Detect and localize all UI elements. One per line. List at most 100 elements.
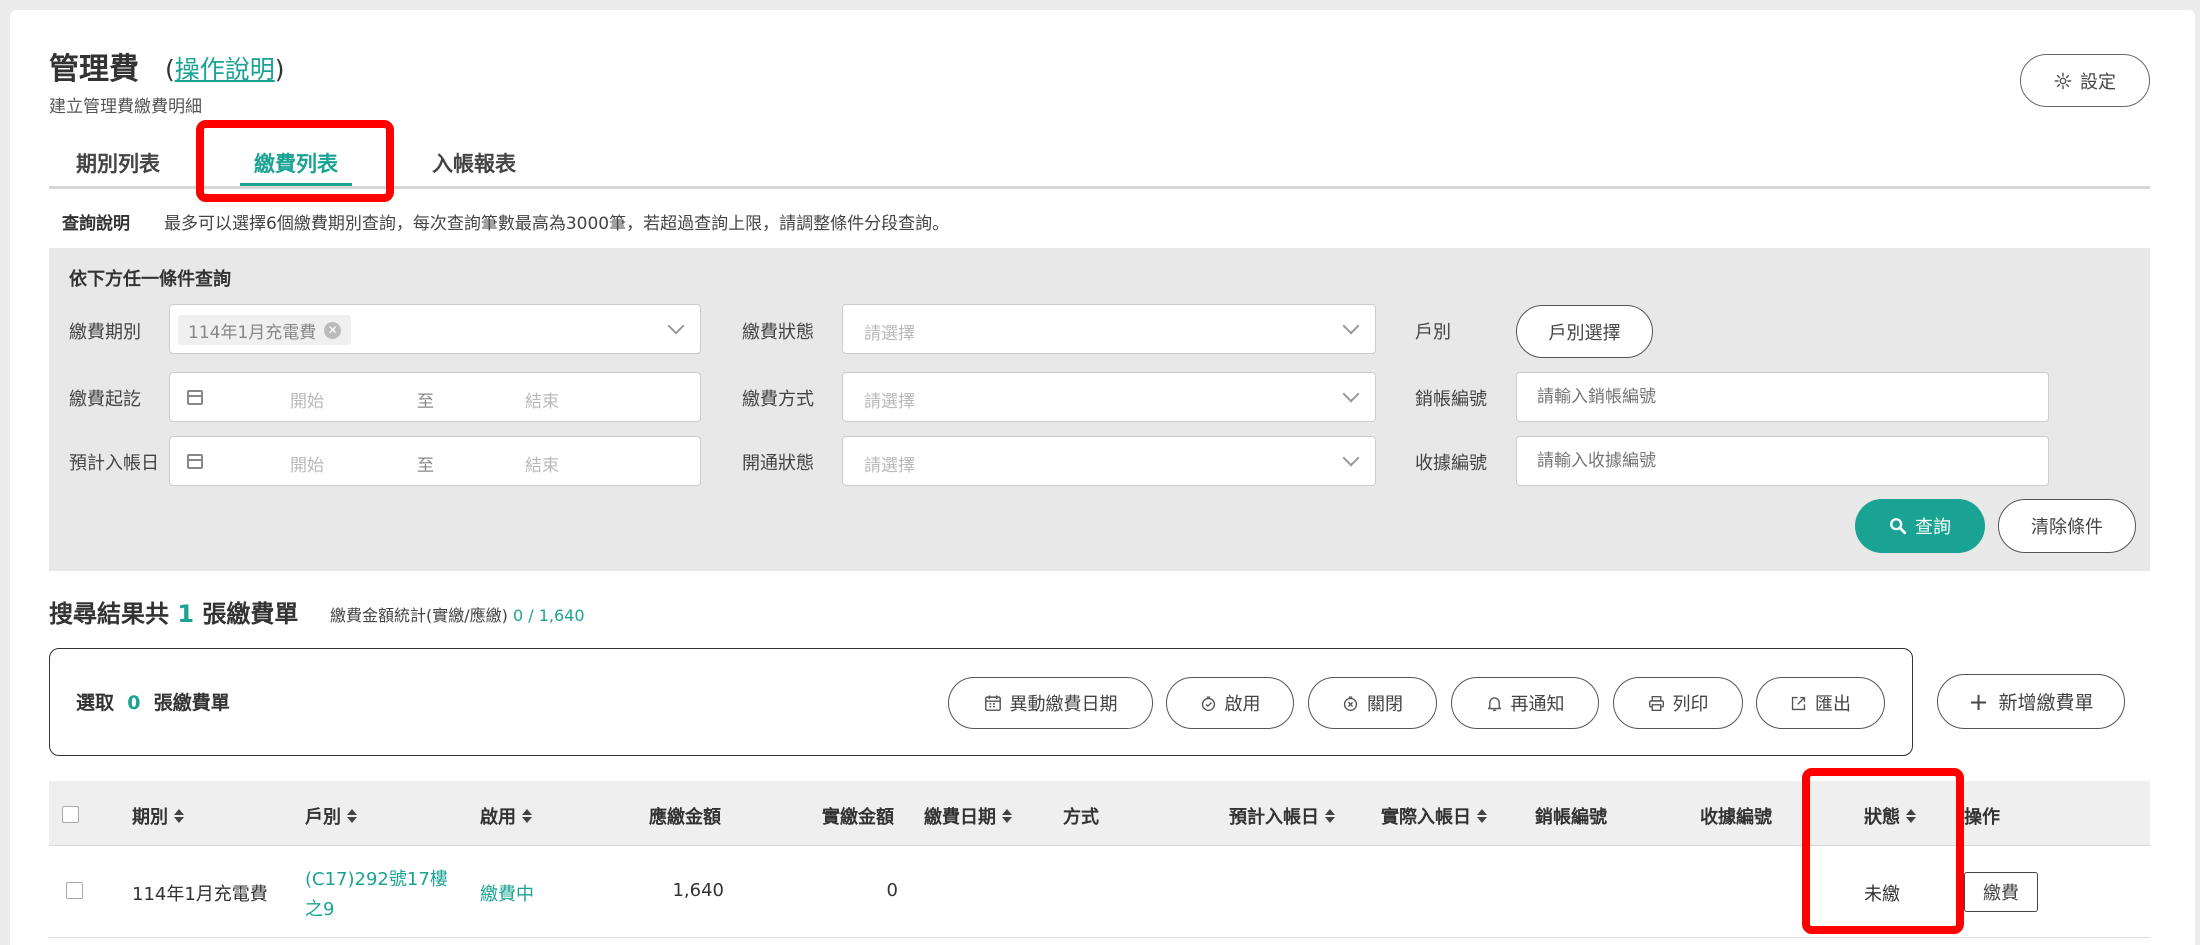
open-status-select[interactable]: 請選擇: [842, 436, 1376, 486]
sort-icon: [522, 809, 532, 823]
calendar-icon: [984, 694, 1002, 712]
disable-button[interactable]: 關閉: [1308, 677, 1437, 729]
stats-label: 繳費金額統計(實繳/應繳): [330, 606, 508, 625]
expected-date-start[interactable]: 開始: [290, 451, 324, 476]
cell-due: 1,640: [672, 880, 724, 901]
th-actual-date-label: 實際入帳日: [1381, 807, 1471, 828]
row-divider: [49, 937, 2150, 938]
th-paid: 實繳金額: [822, 807, 894, 828]
th-receipt: 收據編號: [1700, 807, 1772, 828]
disable-icon: [1342, 695, 1359, 712]
renotify-button[interactable]: 再通知: [1451, 677, 1599, 729]
th-due: 應繳金額: [649, 807, 721, 828]
open-status-placeholder: 請選擇: [864, 456, 915, 476]
writeoff-label: 銷帳編號: [1415, 389, 1487, 410]
th-period-label: 期別: [132, 807, 168, 828]
cell-paid: 0: [886, 880, 898, 901]
th-pay-date-label: 繳費日期: [924, 807, 996, 828]
export-icon: [1790, 695, 1807, 712]
selection-count: 0: [127, 692, 141, 714]
th-expected-date-label: 預計入帳日: [1229, 807, 1319, 828]
query-button[interactable]: 查詢: [1855, 499, 1985, 553]
th-enabled[interactable]: 啟用: [480, 803, 532, 829]
sort-icon: [347, 809, 357, 823]
select-all-checkbox[interactable]: [62, 806, 79, 823]
highlight-box-tab: [196, 120, 394, 202]
sort-icon: [1002, 809, 1012, 823]
settings-button[interactable]: 設定: [2020, 54, 2150, 107]
add-bill-button[interactable]: + 新增繳費單: [1937, 674, 2125, 729]
search-icon: [1889, 517, 1907, 535]
export-label: 匯出: [1815, 694, 1851, 715]
row-checkbox[interactable]: [66, 882, 83, 899]
expected-date-label: 預計入帳日: [69, 453, 159, 474]
chevron-down-icon: [1342, 317, 1360, 335]
th-period[interactable]: 期別: [132, 803, 184, 829]
sort-icon: [1325, 809, 1335, 823]
change-pay-date-button[interactable]: 異動繳費日期: [948, 677, 1153, 729]
page-subtitle: 建立管理費繳費明細: [49, 97, 202, 117]
chevron-down-icon: [1342, 385, 1360, 403]
method-placeholder: 請選擇: [864, 392, 915, 412]
highlight-box-status: [1802, 768, 1964, 934]
renotify-label: 再通知: [1510, 694, 1565, 715]
disable-label: 關閉: [1367, 694, 1403, 715]
pay-button[interactable]: 繳費: [1964, 872, 2038, 912]
enable-label: 啟用: [1224, 694, 1261, 715]
query-button-label: 查詢: [1915, 517, 1951, 538]
enable-icon: [1200, 695, 1217, 712]
query-note-text: 最多可以選擇6個繳費期別查詢，每次查詢筆數最高為3000筆，若超過查詢上限，請調…: [164, 214, 950, 234]
selection-summary: 選取 0 張繳費單: [76, 688, 230, 715]
receipt-input[interactable]: [1516, 436, 2049, 486]
pay-range-end[interactable]: 結束: [525, 387, 559, 412]
pay-range-label: 繳費起訖: [69, 389, 141, 410]
receipt-label: 收據編號: [1415, 453, 1487, 474]
period-select[interactable]: 114年1月充電費 ✕: [169, 304, 701, 354]
result-suffix: 張繳費單: [202, 600, 299, 628]
result-summary: 搜尋結果共 1 張繳費單: [49, 594, 298, 629]
selection-prefix: 選取: [76, 692, 115, 714]
gear-icon: [2054, 72, 2072, 90]
tab-period-list[interactable]: 期別列表: [76, 148, 160, 178]
writeoff-input[interactable]: [1516, 372, 2049, 422]
expected-date-picker[interactable]: 開始 至 結束: [169, 436, 701, 486]
enable-button[interactable]: 啟用: [1166, 677, 1294, 729]
clear-conditions-button[interactable]: 清除條件: [1998, 499, 2136, 553]
household-line2: 之9: [305, 899, 335, 920]
calendar-icon: [187, 454, 203, 469]
chevron-down-icon: [1342, 449, 1360, 467]
sort-icon: [1477, 809, 1487, 823]
household-select-button[interactable]: 戶別選擇: [1516, 305, 1653, 358]
help-close-paren: ): [274, 55, 285, 84]
open-status-label: 開通狀態: [742, 453, 814, 474]
period-label: 繳費期別: [69, 322, 141, 343]
result-count: 1: [177, 600, 195, 628]
export-button[interactable]: 匯出: [1756, 677, 1885, 729]
method-select[interactable]: 請選擇: [842, 372, 1376, 422]
help-open-paren: (: [165, 55, 175, 84]
th-household[interactable]: 戶別: [305, 803, 357, 829]
period-tag: 114年1月充電費 ✕: [178, 315, 352, 345]
th-actual-date[interactable]: 實際入帳日: [1381, 803, 1487, 829]
help-link[interactable]: 操作說明: [175, 55, 275, 84]
tab-entry-report[interactable]: 入帳報表: [432, 148, 516, 178]
expected-date-end[interactable]: 結束: [525, 451, 559, 476]
print-label: 列印: [1672, 694, 1709, 715]
method-label: 繳費方式: [742, 389, 814, 410]
pay-range-start[interactable]: 開始: [290, 387, 324, 412]
pay-range-picker[interactable]: 開始 至 結束: [169, 372, 701, 422]
th-expected-date[interactable]: 預計入帳日: [1229, 803, 1335, 829]
th-writeoff: 銷帳編號: [1535, 807, 1607, 828]
calendar-icon: [187, 390, 203, 405]
result-stats: 繳費金額統計(實繳/應繳) 0 / 1,640: [330, 602, 585, 626]
cell-household[interactable]: (C17)292號17樓 之9: [305, 865, 448, 925]
status-select[interactable]: 請選擇: [842, 304, 1376, 354]
cell-enabled: 繳費中: [480, 884, 534, 905]
selection-suffix: 張繳費單: [153, 692, 230, 714]
help-wrapper: (操作說明): [165, 50, 285, 86]
settings-label: 設定: [2080, 71, 2116, 93]
print-button[interactable]: 列印: [1613, 677, 1743, 729]
th-pay-date[interactable]: 繳費日期: [924, 803, 1012, 829]
period-tag-label: 114年1月充電費: [188, 322, 317, 343]
close-icon[interactable]: ✕: [324, 321, 342, 339]
